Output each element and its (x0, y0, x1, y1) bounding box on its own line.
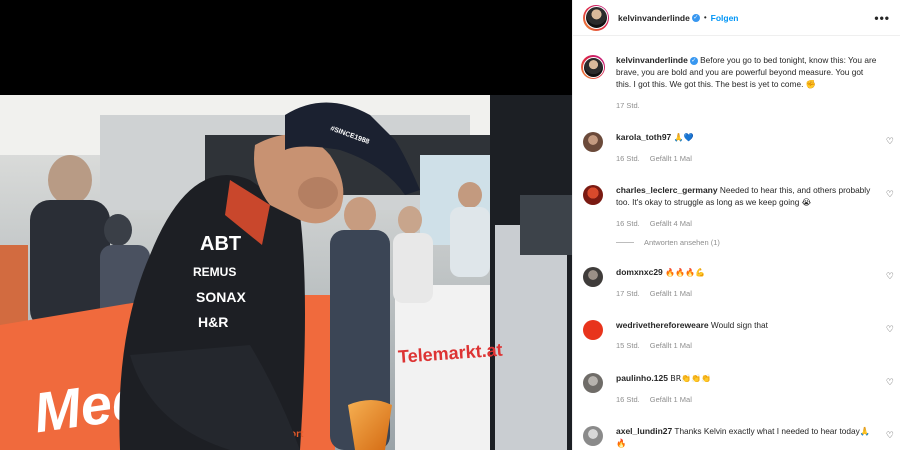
comment-username[interactable]: karola_toth97 (616, 132, 671, 142)
verified-badge-icon: ✓ (691, 13, 700, 22)
comment-time[interactable]: 16 Std. (616, 395, 640, 404)
comment-meta: 16 Std. Gefällt 1 Mal (616, 153, 878, 165)
comment-likes[interactable]: Gefällt 1 Mal (650, 395, 692, 404)
comment-body: domxnxc29 🔥🔥🔥💪 17 Std. Gefällt 1 Mal (616, 266, 878, 300)
verified-badge-icon: ✓ (689, 56, 698, 65)
caption-avatar[interactable] (581, 55, 605, 79)
like-heart-icon[interactable]: ♡ (886, 136, 894, 147)
comment-item: wedrivethereforeweare Would sign that 15… (583, 319, 894, 352)
like-heart-icon[interactable]: ♡ (886, 430, 894, 441)
post-photo[interactable]: Telemarkt.at Med #SINCE1988 ABT REMUS SO… (0, 95, 572, 450)
comment-meta: 15 Std. Gefällt 1 Mal (616, 340, 878, 352)
view-replies-label[interactable]: Antworten ansehen (1) (644, 238, 720, 247)
comment-time[interactable]: 16 Std. (616, 154, 640, 163)
caption-body: kelvinvanderlinde ✓ Before you go to bed … (616, 54, 878, 112)
commenter-avatar[interactable] (583, 131, 603, 152)
commenter-avatar[interactable] (583, 185, 603, 206)
comment-username[interactable]: charles_leclerc_germany (616, 185, 718, 195)
comment-likes[interactable]: Gefällt 1 Mal (650, 289, 692, 298)
comment-time[interactable]: 16 Std. (616, 219, 640, 228)
caption-meta: 17 Std. (616, 100, 878, 112)
comment-username[interactable]: paulinho.125 (616, 373, 668, 383)
author-username[interactable]: kelvinvanderlinde (618, 13, 690, 23)
post-details-panel: kelvinvanderlinde ✓ • Folgen ••• kelvinv… (572, 0, 900, 450)
photo-illustration: Telemarkt.at Med #SINCE1988 ABT REMUS SO… (0, 95, 572, 450)
suit-logo-sonax: SONAX (196, 289, 246, 305)
caption-time[interactable]: 17 Std. (616, 101, 640, 110)
comment-meta: 17 Std. Gefällt 1 Mal (616, 288, 878, 300)
comment-text: BR👏👏👏 (670, 373, 712, 383)
comment-body: axel_lundin27 Thanks Kelvin exactly what… (616, 425, 878, 449)
comment-meta: 16 Std. Gefällt 4 Mal (616, 218, 878, 230)
post-media[interactable]: Telemarkt.at Med #SINCE1988 ABT REMUS SO… (0, 0, 572, 450)
comment-item: karola_toth97 🙏💙 16 Std. Gefällt 1 Mal ♡ (583, 131, 894, 165)
commenter-avatar[interactable] (583, 320, 603, 341)
suit-logo-abt: ABT (200, 233, 241, 255)
comment-item: paulinho.125 BR👏👏👏 16 Std. Gefällt 1 Mal … (583, 372, 894, 406)
like-heart-icon[interactable]: ♡ (886, 377, 894, 388)
comment-text: Would sign that (710, 320, 768, 331)
comment-item: axel_lundin27 Thanks Kelvin exactly what… (583, 425, 894, 449)
like-heart-icon[interactable]: ♡ (886, 324, 894, 335)
comment-body: paulinho.125 BR👏👏👏 16 Std. Gefällt 1 Mal (616, 372, 878, 406)
post-caption: kelvinvanderlinde ✓ Before you go to bed … (581, 54, 890, 112)
like-heart-icon[interactable]: ♡ (886, 189, 894, 200)
comment-body: karola_toth97 🙏💙 16 Std. Gefällt 1 Mal (616, 131, 878, 165)
post-header: kelvinvanderlinde ✓ • Folgen ••• (573, 0, 900, 36)
comment-likes[interactable]: Gefällt 1 Mal (650, 341, 692, 350)
separator-dot: • (703, 13, 707, 22)
view-replies-button[interactable]: Antworten ansehen (1) (616, 238, 890, 247)
like-heart-icon[interactable]: ♡ (886, 271, 894, 282)
comments-list: kelvinvanderlinde ✓ Before you go to bed … (573, 36, 900, 449)
replies-line (616, 241, 634, 243)
comment-text: 🔥🔥🔥💪 (665, 267, 705, 277)
comment-username[interactable]: wedrivethereforeweare (616, 320, 709, 330)
comment-time[interactable]: 17 Std. (616, 289, 640, 298)
suit-logo-remus: REMUS (193, 265, 236, 279)
comment-body: charles_leclerc_germany Needed to hear t… (616, 184, 878, 230)
follow-button[interactable]: Folgen (711, 13, 739, 23)
comment-likes[interactable]: Gefällt 4 Mal (650, 219, 692, 228)
caption-username[interactable]: kelvinvanderlinde (616, 55, 688, 65)
comment-username[interactable]: axel_lundin27 (616, 426, 672, 436)
author-avatar[interactable] (583, 4, 609, 31)
more-options-icon[interactable]: ••• (874, 11, 890, 25)
comment-text: 🙏💙 (673, 132, 694, 142)
comment-likes[interactable]: Gefällt 1 Mal (650, 154, 692, 163)
suit-logo-hr: H&R (198, 314, 228, 330)
author-info: kelvinvanderlinde ✓ • Folgen (618, 13, 738, 23)
comment-body: wedrivethereforeweare Would sign that 15… (616, 319, 878, 352)
comment-username[interactable]: domxnxc29 (616, 267, 663, 277)
commenter-avatar[interactable] (583, 266, 603, 287)
comment-item: domxnxc29 🔥🔥🔥💪 17 Std. Gefällt 1 Mal ♡ (583, 266, 894, 300)
comment-meta: 16 Std. Gefällt 1 Mal (616, 394, 878, 406)
comment-time[interactable]: 15 Std. (616, 341, 640, 350)
comment-item: charles_leclerc_germany Needed to hear t… (583, 184, 894, 230)
commenter-avatar[interactable] (583, 372, 603, 393)
commenter-avatar[interactable] (583, 426, 603, 447)
